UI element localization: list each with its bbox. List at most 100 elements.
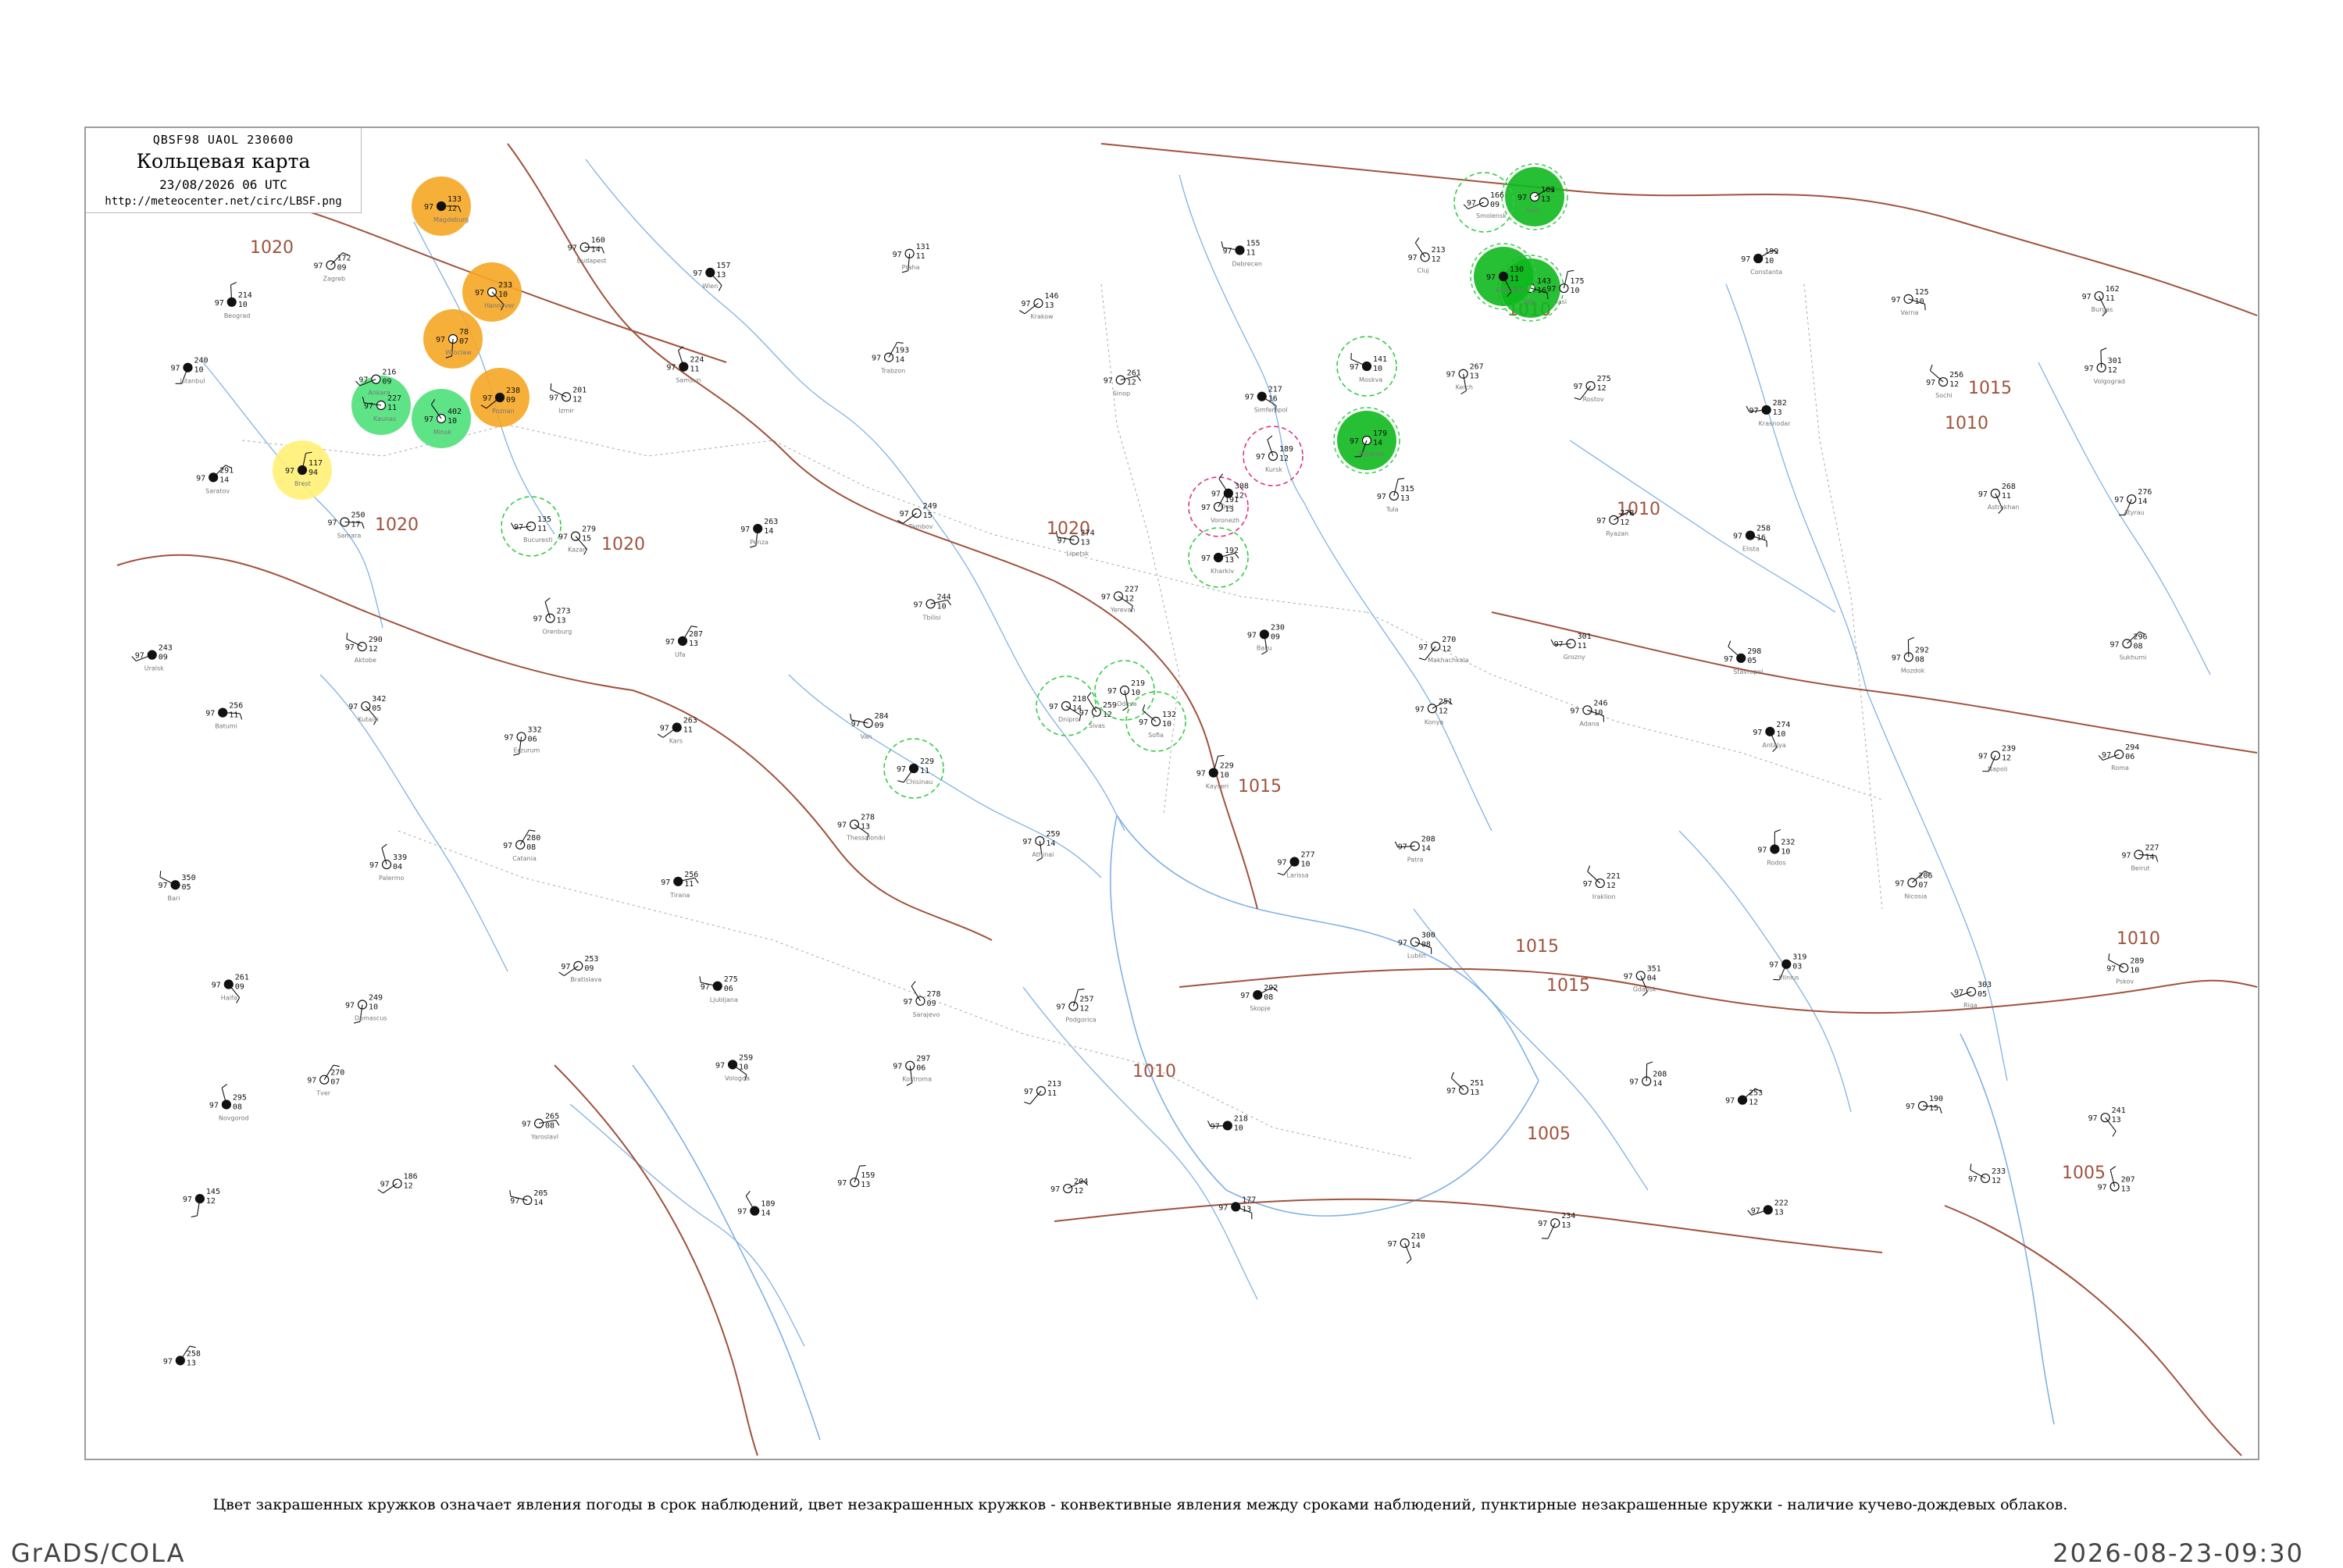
weather-station[interactable]: 1339712Magdeburg (412, 176, 471, 236)
weather-station[interactable]: 2089714Patra (1395, 835, 1435, 863)
weather-station[interactable]: 3509705Bari (159, 871, 196, 902)
weather-station[interactable]: 3329706Erzurum (505, 725, 542, 755)
weather-station[interactable]: 2749710Antalya (1753, 721, 1790, 752)
weather-station[interactable]: 2539712 (1725, 1089, 1763, 1107)
weather-station[interactable]: 2189710 (1208, 1114, 1248, 1132)
weather-station[interactable]: 1609714Budapest (568, 237, 607, 265)
weather-station[interactable]: 1779713 (1218, 1196, 1256, 1219)
weather-station[interactable]: 1469713Krakow (1019, 292, 1058, 320)
weather-station[interactable]: 1899712Kursk (1243, 426, 1303, 486)
weather-station[interactable]: 2949706Roma (2099, 743, 2139, 772)
weather-station[interactable]: 2069707Nicosia (1895, 871, 1932, 900)
weather-station[interactable]: 1909715 (1906, 1095, 1943, 1114)
weather-station[interactable]: 1939714Trabzon (872, 342, 909, 374)
weather-station[interactable]: 2789709Sarajevo (903, 982, 940, 1018)
weather-station[interactable]: 2469710Adana (1570, 699, 1607, 727)
weather-station[interactable]: 2659708Yaroslavl (522, 1113, 559, 1141)
weather-station[interactable]: 3019712Volgograd (2084, 348, 2125, 385)
weather-station[interactable]: 2759712Rostov (1574, 375, 1611, 403)
weather-station[interactable]: 2899710Pskov (2106, 953, 2144, 985)
weather-station[interactable]: 2879713Ufa (665, 626, 703, 658)
weather-station[interactable]: 4029710Minsk (412, 389, 471, 448)
weather-station[interactable]: 2809708Catania (503, 830, 540, 862)
weather-station[interactable]: 2799715Kazan (558, 526, 596, 555)
weather-station[interactable]: 2089714 (1629, 1062, 1667, 1089)
weather-station[interactable]: 1259710Varna (1892, 288, 1929, 316)
weather-station[interactable]: 1179794Brest (273, 440, 332, 500)
weather-station[interactable]: 2769714Atyrau (2114, 488, 2152, 516)
weather-station[interactable]: 1869712 (378, 1173, 418, 1193)
weather-station[interactable]: 2519713 (1446, 1072, 1484, 1097)
weather-station[interactable]: 2339712 (1968, 1164, 2006, 1185)
weather-station[interactable]: 2619712Sinop (1104, 369, 1141, 397)
weather-station[interactable]: 2139711 (1024, 1080, 1061, 1104)
weather-station[interactable]: 2689711Astrakhan (1978, 483, 2020, 514)
weather-station[interactable]: 1359711Bucuresti (501, 497, 561, 556)
weather-station[interactable]: 2679713Kerch (1446, 363, 1484, 394)
weather-station[interactable]: 3009708Lublin (1398, 931, 1435, 959)
weather-station[interactable]: 2589716Elista (1733, 525, 1771, 553)
weather-station[interactable]: 2599710Vologda (715, 1053, 753, 1082)
weather-station[interactable]: 2519712Konya (1415, 697, 1453, 725)
weather-station[interactable]: 1629711Burgas (2082, 285, 2120, 316)
weather-station[interactable]: 2019712Izmir (549, 383, 587, 414)
weather-station[interactable]: 2979706Kostroma (893, 1055, 932, 1086)
weather-station[interactable]: 3519704Gdansk (1624, 964, 1661, 996)
weather-station[interactable]: 2929708Mozdok (1892, 637, 1929, 674)
weather-station[interactable]: 2709707Tver (307, 1065, 344, 1097)
weather-station[interactable]: 1559711Debrecen (1221, 239, 1262, 267)
weather-station[interactable]: 2439709Uralsk (132, 644, 173, 672)
weather-station[interactable]: 2759706Ljubljana (700, 975, 738, 1003)
weather-station[interactable]: 2229713 (1748, 1199, 1788, 1217)
weather-station[interactable]: 3429705Kutaisi (348, 695, 386, 725)
weather-station[interactable]: 2569711Batumi (205, 702, 243, 730)
weather-station[interactable]: 2279712Yerevan (1101, 585, 1139, 613)
weather-station[interactable]: 2419713 (2088, 1107, 2126, 1136)
weather-station[interactable]: 2909712Aktobe (345, 633, 383, 664)
weather-station[interactable]: 2709712Makhachkala (1418, 636, 1468, 664)
weather-station[interactable]: 3159713Tula (1377, 479, 1414, 513)
weather-station[interactable]: 1319711Praha (893, 243, 930, 273)
weather-station[interactable]: 3039705Riga (1951, 981, 1992, 1009)
weather-station[interactable]: 2639711Kars (658, 717, 697, 745)
weather-station[interactable]: 2139712Cluj (1408, 237, 1446, 274)
weather-station[interactable]: 2339710Hannover (462, 262, 522, 322)
map-url[interactable]: http://meteocenter.net/circ/LBSF.png (86, 195, 361, 208)
weather-station[interactable]: 1419710Moskva (1337, 337, 1396, 396)
weather-station[interactable]: 2299711Chisinau (884, 739, 943, 798)
weather-station[interactable]: 2299710Kayseri (1196, 755, 1234, 789)
weather-map[interactable]: 1020102010201020101510151015101510101010… (86, 128, 2259, 1460)
weather-station[interactable]: 2349713 (1538, 1212, 1575, 1238)
weather-station[interactable]: 2569712Sochi (1926, 365, 1963, 399)
weather-station[interactable]: 2509717Samara (327, 511, 365, 539)
weather-station[interactable]: 1459712 (183, 1188, 220, 1217)
weather-station[interactable]: 2789712Ryazan (1596, 509, 1634, 537)
weather-station[interactable]: 2569711Tirana (661, 871, 698, 899)
weather-station[interactable]: 2959708Novgorod (209, 1084, 249, 1121)
weather-station[interactable]: 2849709Van (851, 712, 889, 740)
weather-station[interactable]: 2409710Istanbul (170, 357, 208, 385)
weather-station[interactable]: 2639714Penza (740, 518, 778, 547)
weather-station[interactable]: 3019711Grozny (1551, 633, 1592, 661)
weather-station[interactable]: 3199703Vilnius (1769, 953, 1806, 982)
weather-station[interactable]: 2779710Larissa (1278, 851, 1315, 879)
weather-station[interactable]: 2789713Thessaloniki (837, 814, 885, 842)
weather-station[interactable]: 1929713Kharkiv (1189, 528, 1248, 587)
weather-station[interactable]: 2249711Samsun (666, 347, 704, 384)
weather-station[interactable]: 2739713Orenburg (533, 598, 572, 636)
weather-station[interactable]: 2279714Beirut (2121, 843, 2159, 871)
weather-station[interactable]: 2179716Simferopol (1245, 386, 1288, 414)
weather-station[interactable]: 2829713Krasnodar (1746, 399, 1791, 427)
weather-station[interactable]: 2189714Dnipro (1036, 676, 1096, 736)
weather-station[interactable]: 1599713 (837, 1166, 875, 1190)
weather-station[interactable]: 1579713Wien (693, 262, 730, 290)
weather-station[interactable]: 789707Wroclaw (423, 309, 483, 369)
weather-station[interactable]: 2389709Poznan (470, 368, 530, 427)
weather-station[interactable]: 1729709Zagreb (313, 253, 351, 283)
weather-station[interactable]: 2969708Sukhumi (2109, 632, 2147, 661)
weather-station[interactable]: 2109714 (1388, 1232, 1425, 1263)
weather-station[interactable]: 2399712Napoli (1978, 745, 2016, 773)
weather-station[interactable]: 2579712Podgorica (1056, 989, 1096, 1024)
weather-station[interactable]: 2929708Skopje (1240, 984, 1278, 1012)
weather-station[interactable]: 1999710Constanta (1741, 248, 1782, 276)
